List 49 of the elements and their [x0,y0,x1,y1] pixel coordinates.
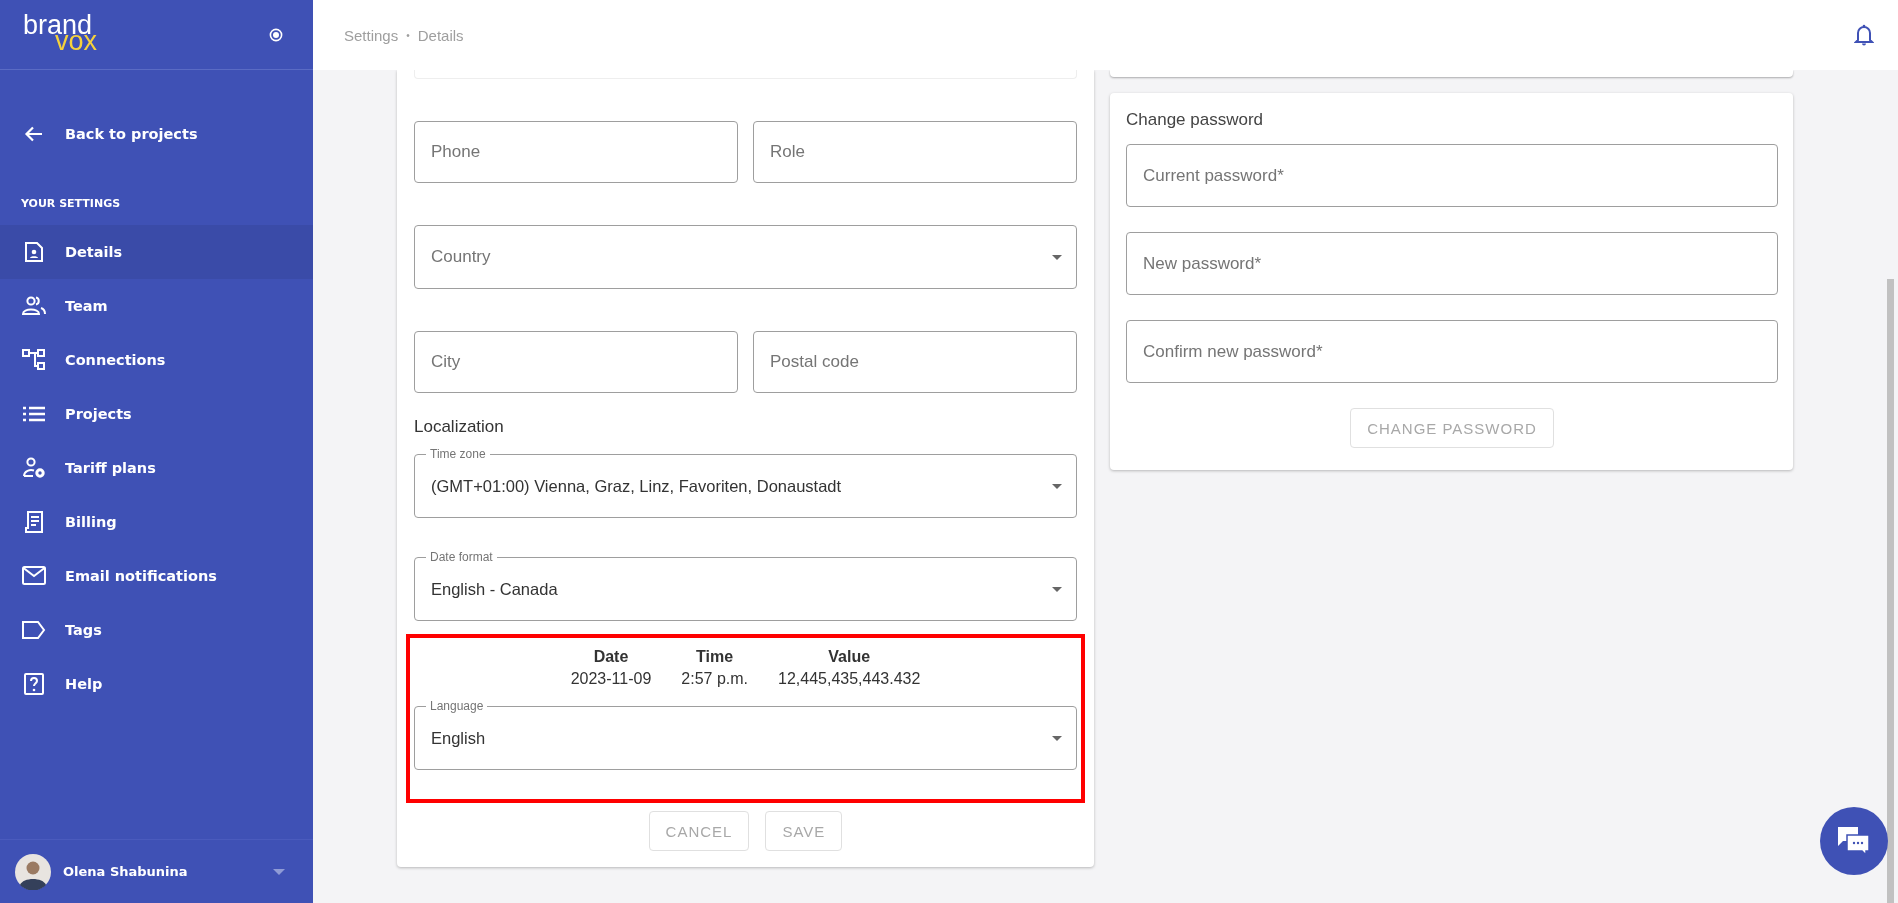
avatar-icon [15,853,51,890]
scrollbar[interactable] [1887,279,1894,903]
language-select[interactable]: Language English [414,699,1077,770]
select-field[interactable]: Country [414,225,1077,289]
text-field[interactable]: Phone [414,121,738,183]
bell-icon[interactable] [1854,24,1874,46]
caret-icon [1052,735,1062,741]
card-title: Change password [1126,110,1265,130]
help-icon [21,673,47,695]
caret-icon [1052,254,1062,260]
password-field[interactable]: Confirm new password* [1126,320,1778,383]
password-field[interactable]: Current password* [1126,144,1778,207]
sidebar-item[interactable]: Email notifications [0,549,313,603]
section-title: YOUR SETTINGS [20,197,122,210]
caret-icon [1052,483,1062,489]
sidebar-item[interactable]: Connections [0,333,313,387]
sidebar-item[interactable]: Details [0,225,313,279]
user-menu[interactable]: Olena Shabunina [0,839,313,903]
tag-icon [21,621,47,639]
list-icon [21,406,47,422]
sidebar-item[interactable]: Tariff plans [0,441,313,495]
connections-icon [21,349,47,371]
sidebar-item[interactable]: Help [0,657,313,711]
preview-value: 2023-11-09 [570,670,652,688]
caret-icon [1052,586,1062,592]
sidebar-item[interactable]: Projects [0,387,313,441]
time-zone-select[interactable]: Time zone (GMT+01:00) Vienna, Graz, Linz, Favoriten, Donaustadt [414,447,1077,518]
column-heading: Date [593,648,629,666]
text-field[interactable]: Role [753,121,1077,183]
section-heading: Localization [414,417,505,437]
sidebar-item[interactable]: Team [0,279,313,333]
preview-value: 2:57 p.m. [681,670,748,688]
text-field[interactable]: City [414,331,738,393]
column-heading: Time [696,648,734,666]
person-gear-icon [21,457,47,479]
sidebar-item[interactable]: Tags [0,603,313,657]
caret-icon [273,868,285,875]
text-field[interactable]: Postal code [753,331,1077,393]
brand-logo: brand vox [23,11,99,58]
preview-value: 12,445,435,443.432 [778,670,921,688]
mail-icon [21,566,47,586]
sidebar-item[interactable]: Billing [0,495,313,549]
back-link[interactable]: Back to projects [0,107,313,161]
date-format-select[interactable]: Date format English - Canada [414,550,1077,621]
people-icon [21,296,47,316]
radio-icon[interactable] [269,27,283,42]
password-field[interactable]: New password* [1126,232,1778,295]
column-heading: Value [828,648,871,666]
breadcrumb-separator: • [406,29,410,41]
